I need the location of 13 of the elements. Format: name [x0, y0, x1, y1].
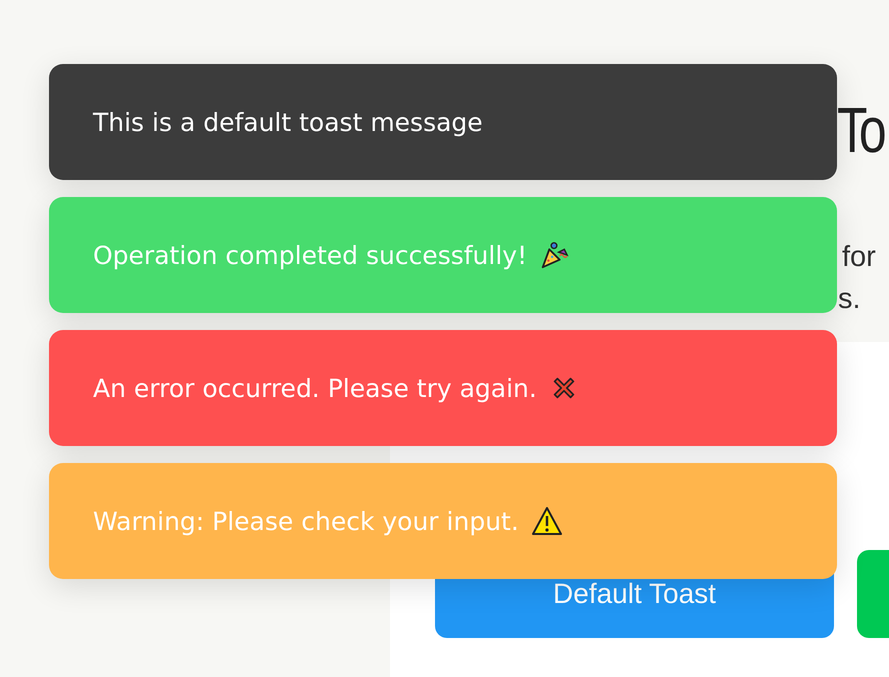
toast-notification[interactable]: An error occurred. Please try again. — [49, 330, 837, 446]
paragraph-text: s. — [838, 283, 861, 315]
toast-notification[interactable]: Warning: Please check your input. — [49, 463, 837, 579]
paragraph-text: for — [842, 241, 876, 273]
party-popper-icon — [539, 240, 570, 270]
toast-notification[interactable]: This is a default toast message — [49, 64, 837, 180]
warning-icon — [530, 505, 563, 537]
toast-message: An error occurred. Please try again. — [93, 374, 537, 402]
toast-notification[interactable]: Operation completed successfully! — [49, 197, 837, 313]
toast-message: Operation completed successfully! — [93, 240, 528, 270]
page-heading: To — [837, 93, 884, 168]
toast-message: This is a default toast message — [93, 108, 483, 136]
toast-message: Warning: Please check your input. — [93, 506, 519, 536]
